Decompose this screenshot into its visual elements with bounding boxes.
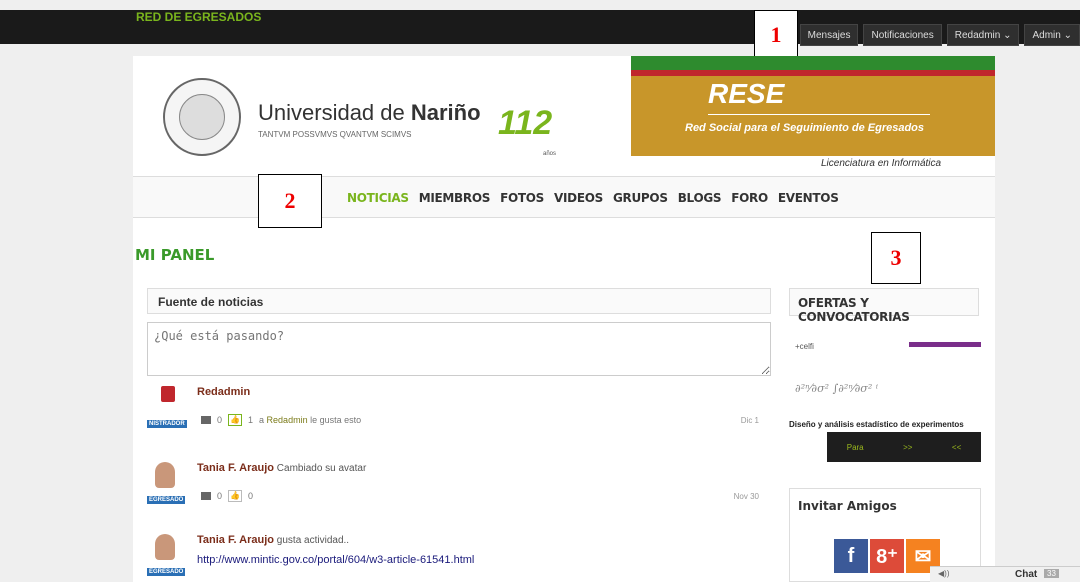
carousel-next-button[interactable]: >>: [903, 443, 912, 452]
carousel-pause-button[interactable]: Para: [847, 443, 864, 452]
nav-grupos[interactable]: GRUPOS: [613, 191, 668, 205]
like-count: 0: [248, 491, 254, 501]
carousel-controls: Para >> <<: [827, 432, 981, 462]
status-input[interactable]: [147, 322, 771, 376]
notifications-button[interactable]: Notificaciones: [863, 24, 942, 46]
chat-count-badge: 33: [1044, 569, 1059, 578]
anniversary-logo: 112: [498, 104, 553, 142]
nav-miembros[interactable]: MIEMBROS: [419, 191, 491, 205]
ad-logo: +celfi: [795, 342, 814, 351]
comment-count: 0: [217, 491, 223, 501]
annotation-3: 3: [871, 232, 921, 284]
university-name: Universidad de Nariño: [258, 100, 481, 125]
banner-stripe: [631, 56, 995, 70]
annotation-1: 1: [754, 10, 798, 60]
avatar[interactable]: EGRESADO: [147, 534, 186, 576]
likes-text: a Redadmin le gusta esto: [259, 415, 362, 425]
chat-bar[interactable]: ◀)) Chat 33: [930, 566, 1080, 582]
anniversary-sub: años: [543, 151, 557, 157]
carousel-prev-button[interactable]: <<: [952, 443, 961, 452]
banner-stripe: [631, 70, 995, 76]
avatar[interactable]: NISTRADOR: [147, 386, 187, 428]
nav-noticias[interactable]: NOTICIAS: [347, 191, 409, 205]
volume-icon[interactable]: ◀)): [938, 569, 949, 578]
banner-divider: [708, 114, 930, 115]
admin-menu-button[interactable]: Admin ⌄: [1024, 24, 1080, 46]
like-icon[interactable]: 👍: [228, 490, 243, 502]
user-photo: [155, 462, 175, 488]
nav-eventos[interactable]: EVENTOS: [778, 191, 839, 205]
rese-subtitle: Red Social para el Seguimiento de Egresa…: [685, 122, 925, 134]
feed-author[interactable]: Tania F. Araujo gusta actividad..: [197, 534, 349, 546]
rese-title: RESE: [708, 78, 785, 109]
messages-button[interactable]: Mensajes: [799, 24, 859, 46]
like-count: 1: [248, 415, 254, 425]
feed-date: Nov 30: [733, 492, 759, 501]
google-plus-icon[interactable]: 8⁺: [870, 539, 904, 573]
feed-link[interactable]: http://www.mintic.gov.co/portal/604/w3-a…: [197, 554, 474, 566]
feed-item: EGRESADO Tania F. Araujo Cambiado su ava…: [147, 462, 771, 512]
nav-foro[interactable]: FORO: [731, 191, 768, 205]
offers-header: OFERTAS Y CONVOCATORIAS: [789, 288, 979, 324]
facebook-icon[interactable]: f: [834, 539, 868, 573]
university-motto: TANTVM POSSVMVS QVANTVM SCIMVS: [258, 130, 412, 139]
nav-blogs[interactable]: BLOGS: [678, 191, 722, 205]
feed-item: EGRESADO Tania F. Araujo gusta actividad…: [147, 534, 771, 582]
feed-author[interactable]: Tania F. Araujo Cambiado su avatar: [197, 462, 366, 474]
user-menu-button[interactable]: Redadmin ⌄: [946, 24, 1020, 46]
page-title: MI PANEL: [135, 246, 215, 264]
feed-date: Dic 1: [740, 416, 759, 425]
nav-videos[interactable]: VIDEOS: [554, 191, 603, 205]
user-photo: [155, 534, 175, 560]
comment-count: 0: [217, 415, 223, 425]
role-badge: EGRESADO: [147, 568, 186, 576]
role-badge: EGRESADO: [147, 496, 186, 504]
ad-caption: Diseño y análisis estadístico de experim…: [789, 420, 964, 429]
topbar-buttons: Mensajes Notificaciones Redadmin ⌄ Admin…: [799, 24, 1080, 46]
role-badge: NISTRADOR: [147, 420, 187, 428]
ad-bar: [909, 342, 981, 347]
ad-formula: ∂²ⁿ⁄∂σ² ∫∂²ⁿ⁄∂σ² ⁱ: [795, 382, 878, 395]
site-header: Universidad de Nariño TANTVM POSSVMVS QV…: [133, 56, 995, 176]
brand-link[interactable]: RED DE EGRESADOS: [136, 10, 261, 24]
like-icon[interactable]: 👍: [228, 414, 243, 426]
program-name: Licenciatura en Informática: [821, 158, 942, 169]
top-navbar: RED DE EGRESADOS Mensajes Notificaciones…: [0, 10, 1080, 46]
university-seal-icon: [163, 78, 241, 156]
page-container: Universidad de Nariño TANTVM POSSVMVS QV…: [133, 56, 995, 582]
feed-item: NISTRADOR Redadmin 0 👍 1 a Redadmin le g…: [147, 386, 771, 436]
offers-carousel[interactable]: +celfi ∂²ⁿ⁄∂σ² ∫∂²ⁿ⁄∂σ² ⁱ Diseño y análi…: [789, 328, 981, 488]
feed-header: Fuente de noticias: [147, 288, 771, 314]
comment-icon[interactable]: [201, 492, 211, 500]
wrench-icon: [161, 386, 175, 402]
annotation-2: 2: [258, 174, 322, 228]
nav-fotos[interactable]: FOTOS: [500, 191, 544, 205]
invite-title: Invitar Amigos: [798, 499, 897, 513]
feed-author[interactable]: Redadmin: [197, 386, 250, 398]
chat-label: Chat: [1015, 569, 1038, 580]
comment-icon[interactable]: [201, 416, 211, 424]
avatar[interactable]: EGRESADO: [147, 462, 186, 504]
